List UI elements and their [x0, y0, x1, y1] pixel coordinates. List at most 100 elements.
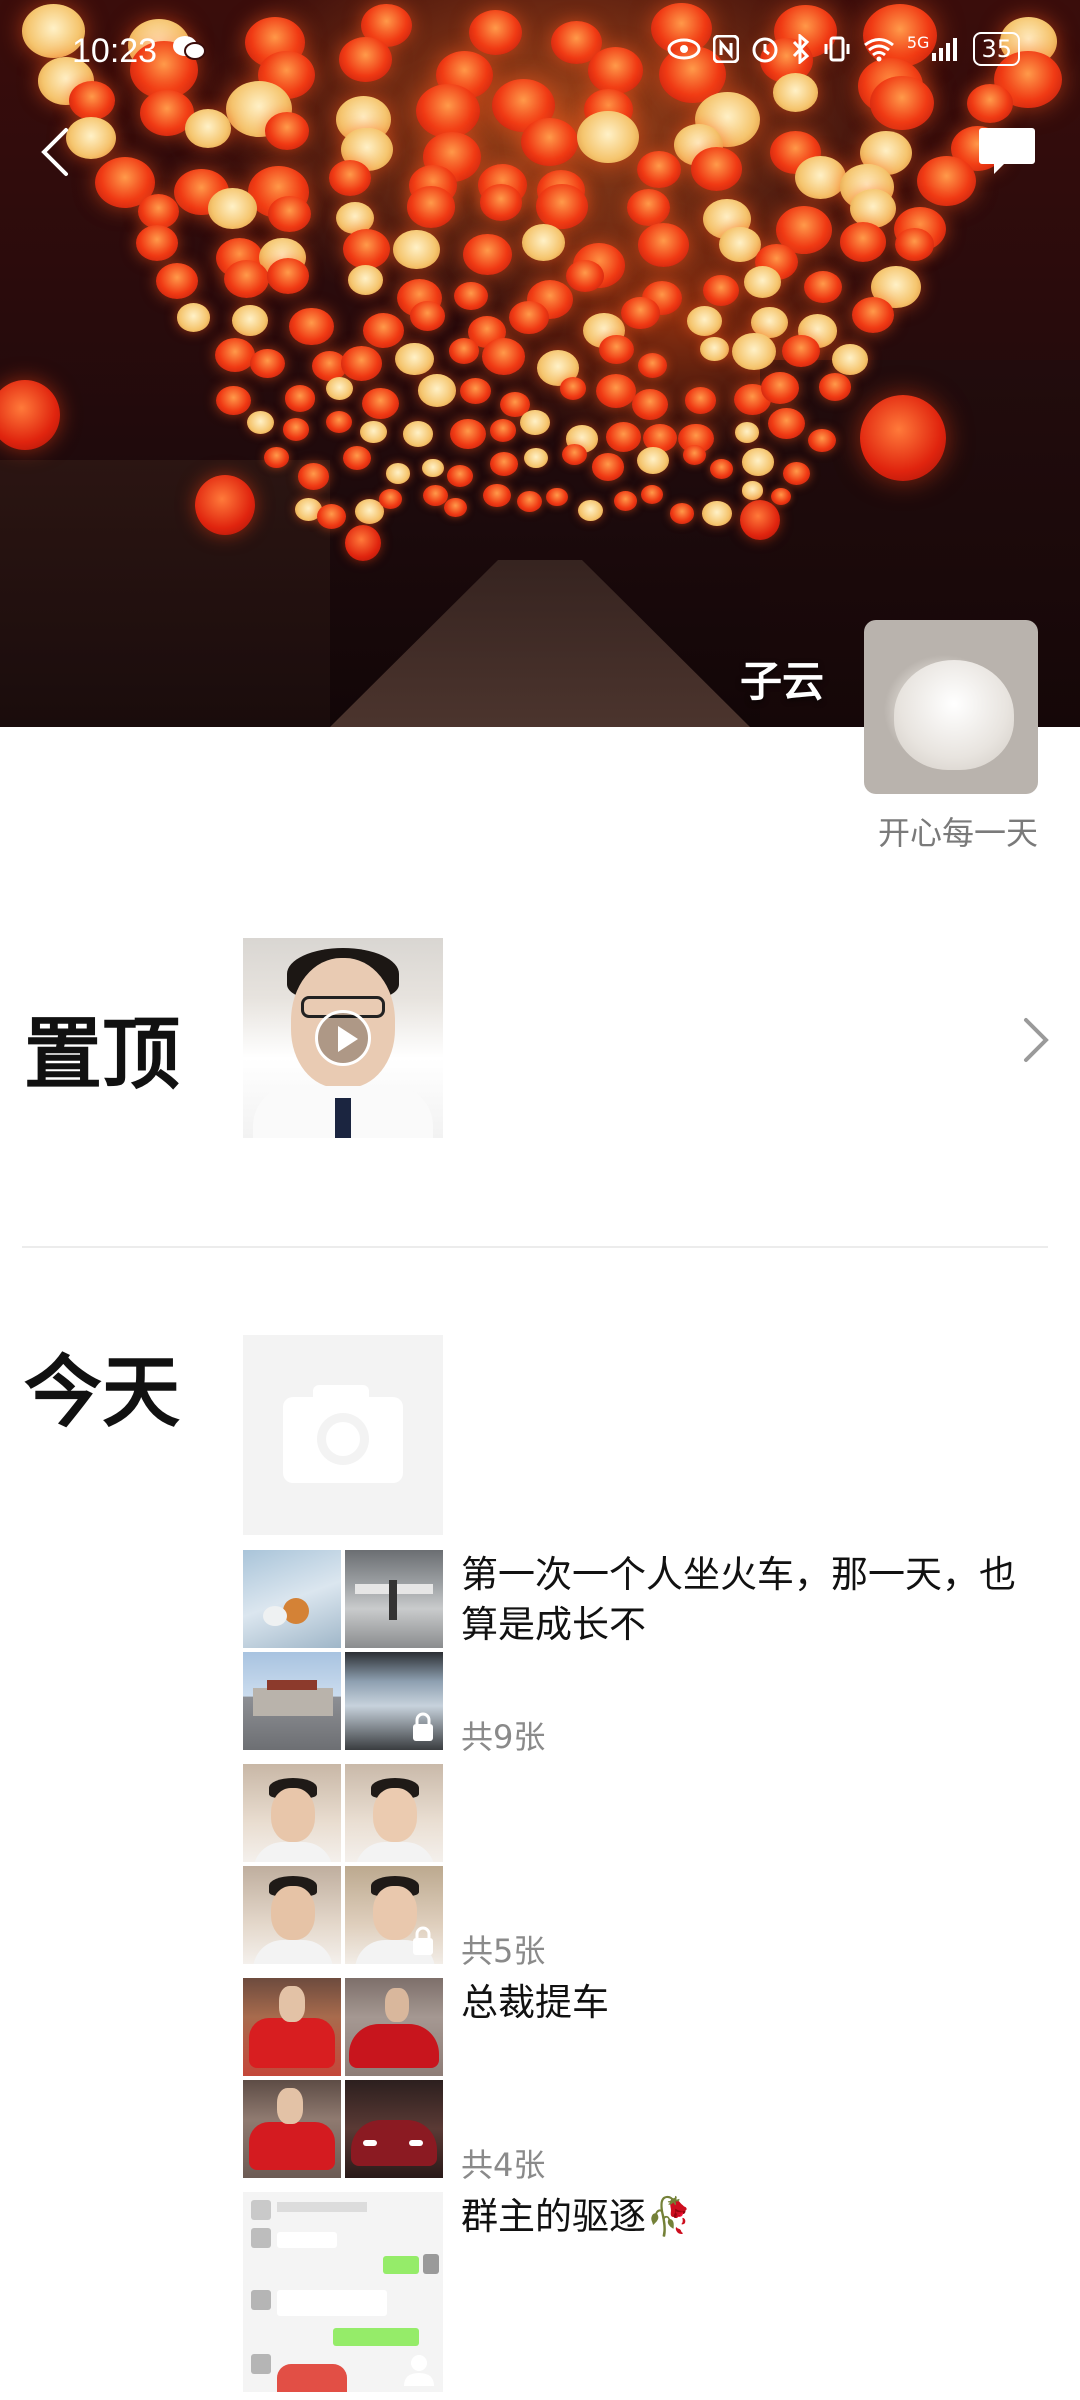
pinned-video-thumbnail[interactable] — [243, 938, 443, 1138]
lantern — [393, 230, 440, 270]
network-type: 5G — [906, 32, 930, 52]
lantern — [637, 150, 681, 188]
lantern — [636, 447, 669, 475]
avatar-cat — [894, 660, 1014, 770]
lantern — [522, 224, 565, 261]
today-title: 今天 — [24, 1348, 181, 1438]
lantern — [326, 410, 353, 433]
message-button[interactable] — [978, 126, 1036, 174]
lantern — [136, 224, 179, 261]
lantern — [741, 481, 764, 500]
list-item[interactable]: 群主的驱逐🥀 — [243, 2192, 1048, 2392]
lantern — [536, 184, 589, 229]
lantern — [591, 453, 625, 482]
lantern — [795, 155, 847, 200]
lantern — [343, 228, 390, 269]
person-icon — [404, 2355, 434, 2386]
chevron-right-icon — [1024, 1018, 1049, 1062]
photo-grid — [243, 1550, 443, 1750]
photo-thumbnail — [243, 2192, 443, 2392]
lantern — [362, 312, 405, 349]
alarm-icon — [752, 37, 778, 63]
lock-icon — [413, 1926, 433, 1955]
profile-name: 子云 — [740, 657, 825, 706]
lantern — [517, 490, 543, 513]
lantern — [761, 372, 799, 404]
nfc-icon — [712, 35, 739, 63]
signal-icon — [932, 38, 958, 61]
photo-count: 共5张 — [461, 1932, 546, 1970]
lantern — [686, 305, 723, 337]
status-bar: 10:23 5G 35 — [0, 0, 1080, 100]
lantern — [328, 159, 371, 196]
comment-icon — [979, 128, 1035, 174]
wechat-icon — [172, 34, 206, 69]
lantern — [702, 500, 732, 526]
lantern — [740, 500, 780, 540]
photo-thumbnail — [345, 2080, 443, 2178]
lantern — [362, 387, 400, 420]
lantern — [267, 258, 310, 294]
lantern — [447, 465, 473, 488]
photo-thumbnail — [243, 1550, 341, 1648]
avatar[interactable] — [864, 620, 1038, 794]
photo-thumbnail — [243, 1978, 341, 2076]
lantern — [231, 305, 269, 336]
photo-thumbnail — [243, 1866, 341, 1964]
lantern — [743, 265, 782, 298]
lantern — [289, 307, 334, 346]
lantern — [207, 187, 257, 230]
list-item[interactable]: 共5张 — [243, 1764, 1048, 1970]
lantern — [613, 490, 638, 512]
lantern — [297, 462, 330, 490]
lantern — [598, 334, 634, 365]
photo-thumbnail — [345, 1764, 443, 1862]
battery-indicator: 35 — [973, 32, 1020, 66]
lantern — [545, 487, 568, 507]
photo-thumbnail — [345, 1978, 443, 2076]
lantern — [691, 147, 743, 191]
lantern — [395, 343, 434, 376]
list-item[interactable]: 第一次一个人坐火车，那一天，也算是成长不 共9张 — [243, 1550, 1048, 1756]
lock-icon — [413, 1712, 433, 1741]
lantern — [246, 410, 275, 434]
lantern — [683, 445, 707, 465]
lantern — [224, 260, 269, 299]
lantern — [348, 265, 384, 296]
pinned-more-button[interactable] — [1016, 1012, 1056, 1068]
lantern — [770, 487, 792, 505]
lantern — [632, 388, 669, 420]
lantern — [479, 184, 523, 221]
lantern — [481, 338, 526, 375]
lantern — [406, 186, 456, 228]
list-item[interactable]: 总裁提车 共4张 — [243, 1978, 1048, 2184]
lantern — [559, 376, 587, 400]
lantern — [409, 301, 445, 332]
status-time: 10:23 — [72, 32, 158, 70]
lantern — [782, 462, 810, 485]
cover-image[interactable]: 子云 — [0, 0, 1080, 727]
post-caption: 总裁提车 — [461, 1981, 609, 2024]
photo-count: 共9张 — [461, 1718, 546, 1756]
lantern — [489, 419, 517, 442]
lantern — [521, 118, 578, 166]
play-icon — [315, 1010, 371, 1066]
new-post-button[interactable] — [243, 1335, 443, 1535]
lantern — [326, 377, 354, 401]
lantern — [709, 459, 734, 480]
lantern — [734, 421, 760, 443]
lantern — [917, 156, 976, 207]
lantern — [509, 300, 549, 334]
lantern — [379, 489, 403, 509]
pinned-title: 置顶 — [24, 1010, 181, 1100]
back-button[interactable] — [36, 122, 76, 182]
post-caption: 群主的驱逐🥀 — [461, 2195, 693, 2238]
lantern — [462, 233, 513, 276]
lantern — [460, 377, 492, 404]
lantern — [621, 296, 660, 330]
lantern — [216, 386, 251, 416]
lantern — [741, 448, 775, 476]
lantern — [562, 443, 588, 466]
profile-signature: 开心每一天 — [877, 814, 1038, 852]
lantern — [782, 335, 820, 367]
